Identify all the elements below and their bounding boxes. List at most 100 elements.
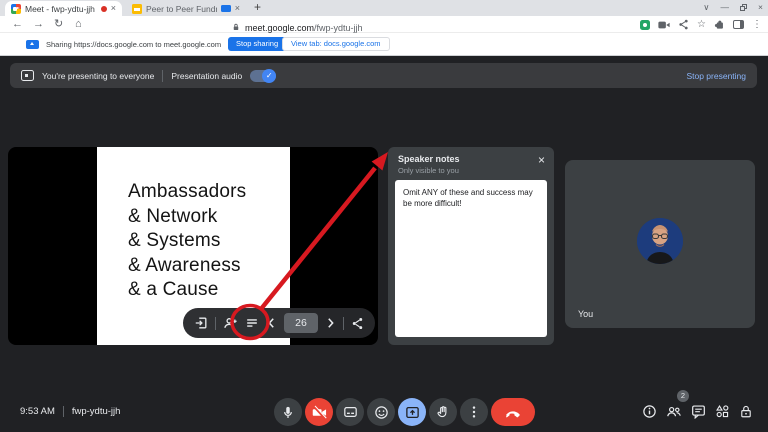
chat-icon[interactable] <box>691 404 706 419</box>
divider <box>215 317 216 330</box>
kebab-menu-icon <box>467 405 481 419</box>
tab-sharing-indicator-icon <box>221 5 231 12</box>
participant-count-badge: 2 <box>677 390 689 402</box>
url-host: meet.google.com <box>245 23 314 33</box>
meeting-code: fwp-ydtu-jjh <box>72 406 121 417</box>
browser-toolbar: ← → ↻ ⌂ meet.google.com/fwp-ydtu-jjh ☆ <box>0 16 768 33</box>
bookmark-star-icon[interactable]: ☆ <box>697 18 706 32</box>
screen-share-icon <box>26 40 39 49</box>
slide-text: Ambassadors & Network & Systems & Awaren… <box>128 180 246 303</box>
divider <box>63 406 64 417</box>
extensions-puzzle-icon[interactable] <box>714 19 725 30</box>
window-controls: ∨ — × <box>703 0 763 14</box>
host-controls-lock-icon[interactable] <box>739 404 753 419</box>
person-add-icon[interactable] <box>223 316 238 330</box>
participant-name: You <box>578 309 593 319</box>
raise-hand-button[interactable] <box>429 398 457 426</box>
people-icon[interactable] <box>666 404 682 419</box>
slide-control-bar: 26 <box>183 308 375 338</box>
slide-line: & a Cause <box>128 278 246 303</box>
browser-menu-icon[interactable]: ⋮ <box>752 18 762 32</box>
share-slide-icon[interactable] <box>351 317 364 330</box>
browser-tab-strip: Meet - fwp-ydtu-jjh × Peer to Peer Fundr… <box>0 0 768 16</box>
microphone-button[interactable] <box>274 398 302 426</box>
tab-slides[interactable]: Peer to Peer Fundraising - G × <box>126 1 246 16</box>
side-panel-icon[interactable] <box>733 20 744 29</box>
presenting-icon <box>21 70 34 81</box>
info-icon[interactable] <box>642 404 657 419</box>
present-screen-icon <box>405 405 420 420</box>
reactions-button[interactable] <box>367 398 395 426</box>
speaker-notes-panel: Speaker notes Only visible to you × Omit… <box>388 147 554 345</box>
slide-line: Ambassadors <box>128 180 246 205</box>
slide-number[interactable]: 26 <box>284 313 318 333</box>
speaker-notes-icon[interactable] <box>245 316 259 330</box>
close-icon[interactable]: × <box>235 4 240 13</box>
back-icon[interactable]: ← <box>12 17 23 32</box>
hand-icon <box>436 405 450 420</box>
home-icon[interactable]: ⌂ <box>75 17 82 32</box>
end-call-button[interactable] <box>491 398 535 426</box>
lock-icon <box>232 22 240 32</box>
speaker-notes-subtitle: Only visible to you <box>398 166 459 175</box>
present-button[interactable] <box>398 398 426 426</box>
tab-title: Meet - fwp-ydtu-jjh <box>25 4 97 14</box>
sharing-message: Sharing https://docs.google.com to meet.… <box>46 40 221 49</box>
captions-icon <box>343 405 358 419</box>
speaker-notes-title: Speaker notes <box>398 154 460 164</box>
share-icon[interactable] <box>678 19 689 30</box>
microphone-icon <box>281 405 295 420</box>
close-icon[interactable]: × <box>538 153 545 167</box>
avatar <box>637 218 683 264</box>
close-window-icon[interactable]: × <box>758 2 763 12</box>
forward-icon[interactable]: → <box>33 17 44 32</box>
google-meet-window: Meet - fwp-ydtu-jjh × Peer to Peer Fundr… <box>0 0 768 432</box>
slide-line: & Awareness <box>128 254 246 279</box>
previous-slide-icon[interactable] <box>266 317 277 329</box>
meet-favicon-icon <box>11 4 21 14</box>
next-slide-icon[interactable] <box>325 317 336 329</box>
participant-tile[interactable]: You <box>565 160 755 328</box>
slides-favicon-icon <box>132 4 142 14</box>
presentation-audio-label: Presentation audio <box>171 71 242 81</box>
slide-line: & Network <box>128 205 246 230</box>
recording-indicator-icon <box>101 6 107 12</box>
captions-button[interactable] <box>336 398 364 426</box>
divider <box>162 70 163 82</box>
reload-icon[interactable]: ↻ <box>54 17 63 32</box>
stop-sharing-button[interactable]: Stop sharing <box>228 37 286 51</box>
close-icon[interactable]: × <box>111 4 116 13</box>
call-controls <box>274 398 535 426</box>
open-in-tab-icon[interactable] <box>194 316 208 330</box>
view-tab-button[interactable]: View tab: docs.google.com <box>282 37 390 51</box>
presentation-region: Ambassadors & Network & Systems & Awaren… <box>8 147 378 345</box>
activities-icon[interactable] <box>715 404 730 419</box>
presentation-audio-toggle[interactable] <box>250 70 276 82</box>
tab-title: Peer to Peer Fundraising - G <box>146 4 217 14</box>
new-tab-button[interactable]: + <box>254 0 261 14</box>
restore-icon[interactable] <box>740 4 747 11</box>
minimize-icon[interactable]: — <box>721 2 730 12</box>
chevron-down-icon[interactable]: ∨ <box>703 2 709 13</box>
extensions-row: ☆ ⋮ <box>640 17 762 32</box>
presenting-bar: You're presenting to everyone Presentati… <box>10 63 757 88</box>
slide-line: & Systems <box>128 229 246 254</box>
more-options-button[interactable] <box>460 398 488 426</box>
divider <box>343 317 344 330</box>
presenting-status: You're presenting to everyone <box>42 71 154 81</box>
extension-icon[interactable] <box>640 20 650 30</box>
smiley-icon <box>374 405 389 420</box>
meeting-panels <box>642 404 753 419</box>
url-path: /fwp-ydtu-jjh <box>314 23 363 33</box>
meeting-info: 9:53 AM fwp-ydtu-jjh <box>20 406 120 417</box>
tab-sharing-banner: Sharing https://docs.google.com to meet.… <box>0 33 768 56</box>
speaker-notes-body: Omit ANY of these and success may be mor… <box>395 180 547 337</box>
end-call-icon <box>504 404 522 420</box>
speaker-notes-text: Omit ANY of these and success may be mor… <box>403 187 539 209</box>
camera-off-icon <box>312 405 327 420</box>
tab-meet[interactable]: Meet - fwp-ydtu-jjh × <box>5 1 122 16</box>
camera-off-button[interactable] <box>305 398 333 426</box>
clock-time: 9:53 AM <box>20 406 55 417</box>
camera-extension-icon[interactable] <box>658 20 670 30</box>
stop-presenting-button[interactable]: Stop presenting <box>686 71 746 81</box>
